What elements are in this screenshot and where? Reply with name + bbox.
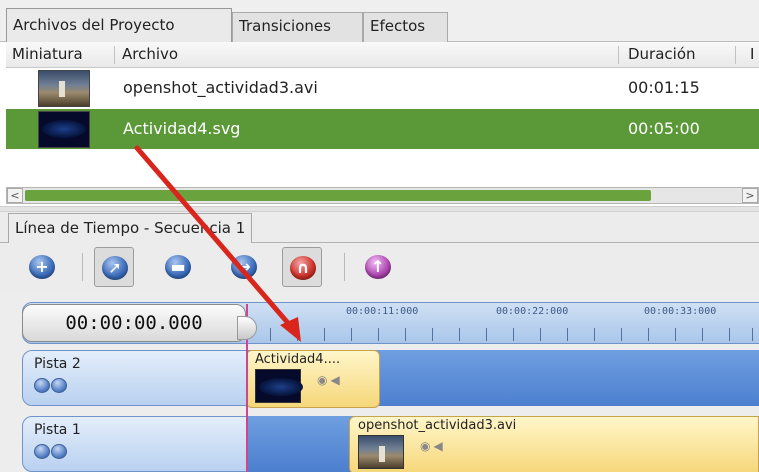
ruler-tick xyxy=(486,328,487,341)
ruler-tick xyxy=(648,328,649,341)
track-audio-icon[interactable] xyxy=(51,444,67,459)
ruler-tick xyxy=(297,328,298,341)
ruler-label: 00:00:33:000 xyxy=(644,306,717,317)
column-divider[interactable] xyxy=(114,46,115,64)
ruler-tick xyxy=(378,328,379,341)
timeline-toolbar: + ➚ ▬ ↔ ∩ ↑ xyxy=(0,243,759,293)
column-header-extra[interactable]: I xyxy=(750,45,754,63)
ruler-tick xyxy=(459,328,460,341)
file-row[interactable]: openshot_actividad3.avi 00:01:15 xyxy=(6,68,759,108)
add-marker-button[interactable]: ↑ xyxy=(358,247,398,287)
ruler-tick xyxy=(729,328,730,341)
timeline-clip[interactable]: Actividad4.... ◉◀ xyxy=(246,350,380,408)
resize-icon: ↔ xyxy=(231,255,257,279)
ruler-tick xyxy=(270,328,271,341)
ruler-tick xyxy=(405,328,406,341)
ruler-tick xyxy=(621,328,622,341)
timeline-clip[interactable]: openshot_actividad3.avi ◉◀ xyxy=(349,416,759,472)
select-tool-button[interactable]: ➚ xyxy=(94,247,134,287)
clip-effect-icons[interactable]: ◉◀ xyxy=(420,439,446,453)
file-duration: 00:05:00 xyxy=(628,119,700,138)
ruler-tick xyxy=(567,328,568,341)
column-header-file[interactable]: Archivo xyxy=(122,45,178,63)
add-track-icon: + xyxy=(29,255,55,279)
select-pointer-icon: ➚ xyxy=(102,256,128,280)
column-header-duration[interactable]: Duración xyxy=(628,45,696,63)
ruler-tick xyxy=(432,328,433,341)
clip-title: Actividad4.... xyxy=(255,352,341,367)
track-name: Pista 1 xyxy=(34,422,81,438)
video-thumbnail xyxy=(38,70,90,107)
track-visibility-icon[interactable] xyxy=(34,378,50,393)
tab-timeline-sequence[interactable]: Línea de Tiempo - Secuencia 1 xyxy=(8,213,253,243)
track-name: Pista 2 xyxy=(34,356,81,372)
resize-tool-button[interactable]: ↔ xyxy=(224,247,264,287)
track-audio-icon[interactable] xyxy=(51,378,67,393)
scroll-right-button[interactable]: > xyxy=(742,188,758,203)
clip-effect-icons[interactable]: ◉◀ xyxy=(317,373,343,387)
file-name: Actividad4.svg xyxy=(123,119,241,138)
clip-title: openshot_actividad3.avi xyxy=(358,418,517,433)
timeline-tabstrip: Línea de Tiempo - Secuencia 1 xyxy=(0,212,759,243)
toolbar-separator xyxy=(344,253,345,281)
project-tabstrip: Archivos del Proyecto Transiciones Efect… xyxy=(0,0,759,42)
ruler-tick xyxy=(540,328,541,341)
scroll-left-button[interactable]: < xyxy=(7,188,23,203)
razor-tool-button[interactable]: ▬ xyxy=(158,247,198,287)
clip-thumbnail xyxy=(358,435,404,469)
ruler-tick xyxy=(351,328,352,341)
ruler-tick xyxy=(594,328,595,341)
snap-magnet-icon: ∩ xyxy=(290,256,316,280)
clip-thumbnail xyxy=(255,369,303,403)
ruler-tick xyxy=(675,328,676,341)
toolbar-separator xyxy=(82,253,83,281)
timecode-display: 00:00:00.000 xyxy=(22,304,246,342)
tab-effects[interactable]: Efectos xyxy=(363,12,448,42)
column-divider[interactable] xyxy=(735,46,736,64)
file-name: openshot_actividad3.avi xyxy=(123,78,318,97)
tab-transitions[interactable]: Transiciones xyxy=(232,12,363,42)
ruler-tick xyxy=(513,328,514,341)
ruler-tick xyxy=(702,328,703,341)
ruler-tick xyxy=(324,328,325,341)
column-divider[interactable] xyxy=(618,46,619,64)
marker-icon: ↑ xyxy=(365,255,391,279)
ruler-label: 00:00:22:000 xyxy=(496,306,569,317)
snap-toggle-button[interactable]: ∩ xyxy=(282,247,322,287)
column-header-thumbnail[interactable]: Miniatura xyxy=(12,45,83,63)
horizontal-scrollbar[interactable]: < > xyxy=(6,187,759,204)
file-duration: 00:01:15 xyxy=(628,78,700,97)
file-row-selected[interactable]: Actividad4.svg 00:05:00 xyxy=(6,109,759,149)
tab-project-files[interactable]: Archivos del Proyecto xyxy=(6,8,232,42)
scrollbar-thumb[interactable] xyxy=(25,190,651,201)
ruler-label: 00:00:11:000 xyxy=(346,306,419,317)
add-track-button[interactable]: + xyxy=(22,247,62,287)
file-list-header: Miniatura Archivo Duración I xyxy=(6,42,759,68)
track-visibility-icon[interactable] xyxy=(34,444,50,459)
ruler-tick xyxy=(752,328,753,341)
razor-icon: ▬ xyxy=(165,255,191,279)
svg-thumbnail xyxy=(38,111,90,148)
